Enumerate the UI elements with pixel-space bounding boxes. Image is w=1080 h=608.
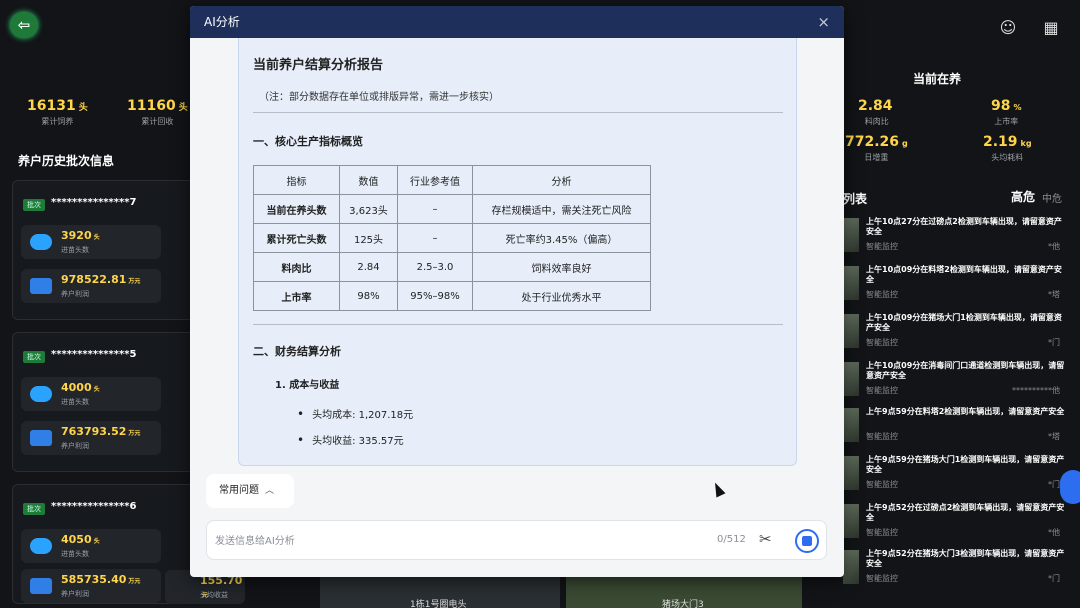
alert-item[interactable]: 上午10点27分在过磅点2检测到车辆出现，请留意资产安全 智能监控 *他 bbox=[843, 214, 1068, 260]
dialog-header: AI分析 × bbox=[190, 6, 844, 38]
scissors-icon[interactable]: ✂ bbox=[759, 530, 772, 548]
batch-name: ***************6 bbox=[51, 501, 137, 512]
stat-market-rate: 98% 上市率 bbox=[991, 98, 1022, 126]
camera-thumbnail bbox=[843, 504, 859, 538]
batch-name: ***************7 bbox=[51, 197, 137, 208]
alert-item[interactable]: 上午9点52分在过磅点2检测到车辆出现，请留意资产安全 智能监控 *他 bbox=[843, 500, 1068, 546]
camera-thumbnail bbox=[843, 218, 859, 252]
stat-feed-per-head: 2.19 kg 头均耗料 bbox=[983, 134, 1032, 162]
batch-tag: 批次 bbox=[23, 199, 45, 211]
camera-thumbnail bbox=[843, 408, 859, 442]
list-item: 头均收益: 335.57元 bbox=[297, 432, 404, 447]
camera-thumb[interactable]: 猪场大门3 bbox=[566, 576, 802, 608]
section-heading: 一、核心生产指标概览 bbox=[253, 135, 363, 148]
stat-daily-gain: 772.26 g 日增重 bbox=[845, 134, 908, 162]
alert-item[interactable]: 上午9点59分在料塔2检测到车辆出现，请留意资产安全 智能监控 *塔 bbox=[843, 404, 1068, 450]
current-raising-title: 当前在养 bbox=[913, 72, 962, 86]
faq-toggle-button[interactable]: 常用问题 ︿ bbox=[206, 474, 294, 508]
pig-icon bbox=[30, 538, 52, 554]
alert-item[interactable]: 上午10点09分在消毒间门口通道检测到车辆出现，请留意资产安全 智能监控 ***… bbox=[843, 358, 1068, 404]
alert-item[interactable]: 上午10点09分在料塔2检测到车辆出现，请留意资产安全 智能监控 *塔 bbox=[843, 262, 1068, 308]
coins-icon bbox=[30, 578, 52, 594]
batch-card[interactable]: 批次 ***************7 3920 头 进苗头数 978522.81… bbox=[12, 180, 195, 320]
ai-assistant-icon[interactable]: ☺ bbox=[998, 18, 1018, 38]
chevron-up-icon: ︿ bbox=[265, 486, 275, 496]
analysis-report: 当前养户结算分析报告 （注：部分数据存在单位或排版异常，需进一步核实） 一、核心… bbox=[238, 38, 797, 466]
chat-input-bar: 0/512 ✂ bbox=[206, 520, 827, 560]
left-panel: 16131 头 累计饲养 11160 头 累计回收 养户历史批次信息 批次 ****… bbox=[10, 40, 195, 604]
pig-icon bbox=[30, 234, 52, 250]
table-header-row: 指标 数值 行业参考值 分析 bbox=[253, 165, 651, 195]
alert-item[interactable]: 上午10点09分在猪场大门1检测到车辆出现，请留意资产安全 智能监控 *门 bbox=[843, 310, 1068, 356]
pig-icon bbox=[30, 386, 52, 402]
alert-item[interactable]: 上午9点52分在猪场大门3检测到车辆出现，请留意资产安全 智能监控 *门 bbox=[843, 546, 1068, 592]
stat-total-recycled: 11160 头 累计回收 bbox=[127, 98, 188, 126]
profit-cell: 978522.81 万元 养户利润 bbox=[21, 269, 161, 303]
dialog-title: AI分析 bbox=[204, 15, 240, 29]
report-title: 当前养户结算分析报告 bbox=[253, 58, 384, 73]
table-row: 当前在养头数 3,623头 – 存栏规模适中，需关注死亡风险 bbox=[253, 194, 651, 224]
profit-cell: 763793.52 万元 养户利润 bbox=[21, 421, 161, 455]
kpi-table: 指标 数值 行业参考值 分析 当前在养头数 3,623头 – 存栏规模适中，需关… bbox=[253, 165, 651, 311]
stop-button[interactable] bbox=[795, 529, 819, 553]
batch-tag: 批次 bbox=[23, 503, 45, 515]
stat-total-raised: 16131 头 累计饲养 bbox=[27, 98, 88, 126]
intake-cell: 3920 头 进苗头数 bbox=[21, 225, 161, 259]
back-arrow-icon[interactable]: ⇦ bbox=[10, 12, 38, 38]
camera-thumbnail bbox=[843, 314, 859, 348]
report-note: （注：部分数据存在单位或排版异常，需进一步核实） bbox=[259, 92, 499, 103]
camera-thumbnail bbox=[843, 266, 859, 300]
alert-list-title: 列表 bbox=[843, 192, 868, 206]
close-icon[interactable]: × bbox=[817, 6, 830, 38]
message-input[interactable] bbox=[215, 531, 695, 551]
camera-thumbnail bbox=[843, 362, 859, 396]
floating-service-button[interactable] bbox=[1060, 470, 1080, 504]
camera-thumbnail bbox=[843, 550, 859, 584]
ai-analysis-dialog: AI分析 × 当前养户结算分析报告 （注：部分数据存在单位或排版异常，需进一步核… bbox=[190, 6, 844, 577]
tab-high-risk[interactable]: 高危 bbox=[1011, 188, 1035, 205]
history-title: 养户历史批次信息 bbox=[18, 154, 115, 168]
profit-cell: 585735.40 万元 养户利润 bbox=[21, 569, 161, 603]
camera-thumb[interactable]: 1栋1号圈电头 bbox=[320, 576, 560, 608]
faq-label: 常用问题 bbox=[219, 485, 259, 496]
alert-item[interactable]: 上午9点59分在猪场大门1检测到车辆出现，请留意资产安全 智能监控 *门 bbox=[843, 452, 1068, 498]
table-row: 料肉比 2.84 2.5–3.0 饲料效率良好 bbox=[253, 252, 651, 282]
subsection-heading: 1. 成本与收益 bbox=[275, 380, 340, 391]
tab-mid-risk[interactable]: 中危 bbox=[1042, 190, 1062, 205]
grid-icon[interactable]: ▦ bbox=[1041, 18, 1061, 38]
right-panel: ☺ ▦ 当前在养 2.84 料肉比 98% 上市率 772.26 g 日增重 2.… bbox=[843, 0, 1080, 608]
intake-cell: 4000 头 进苗头数 bbox=[21, 377, 161, 411]
list-item: 头均成本: 1,207.18元 bbox=[297, 406, 413, 421]
coins-icon bbox=[30, 430, 52, 446]
intake-cell: 4050 头 进苗头数 bbox=[21, 529, 161, 563]
coins-icon bbox=[30, 278, 52, 294]
batch-name: ***************5 bbox=[51, 349, 137, 360]
camera-thumbnail bbox=[843, 456, 859, 490]
batch-card[interactable]: 批次 ***************5 4000 头 进苗头数 763793.52… bbox=[12, 332, 195, 472]
table-row: 累计死亡头数 125头 – 死亡率约3.45%（偏高） bbox=[253, 223, 651, 253]
table-row: 上市率 98% 95%–98% 处于行业优秀水平 bbox=[253, 281, 651, 311]
divider bbox=[253, 112, 783, 113]
divider bbox=[253, 324, 783, 325]
char-counter: 0/512 bbox=[717, 534, 746, 545]
section-heading: 二、财务结算分析 bbox=[253, 345, 341, 358]
stat-feed-ratio: 2.84 料肉比 bbox=[858, 98, 893, 126]
batch-tag: 批次 bbox=[23, 351, 45, 363]
